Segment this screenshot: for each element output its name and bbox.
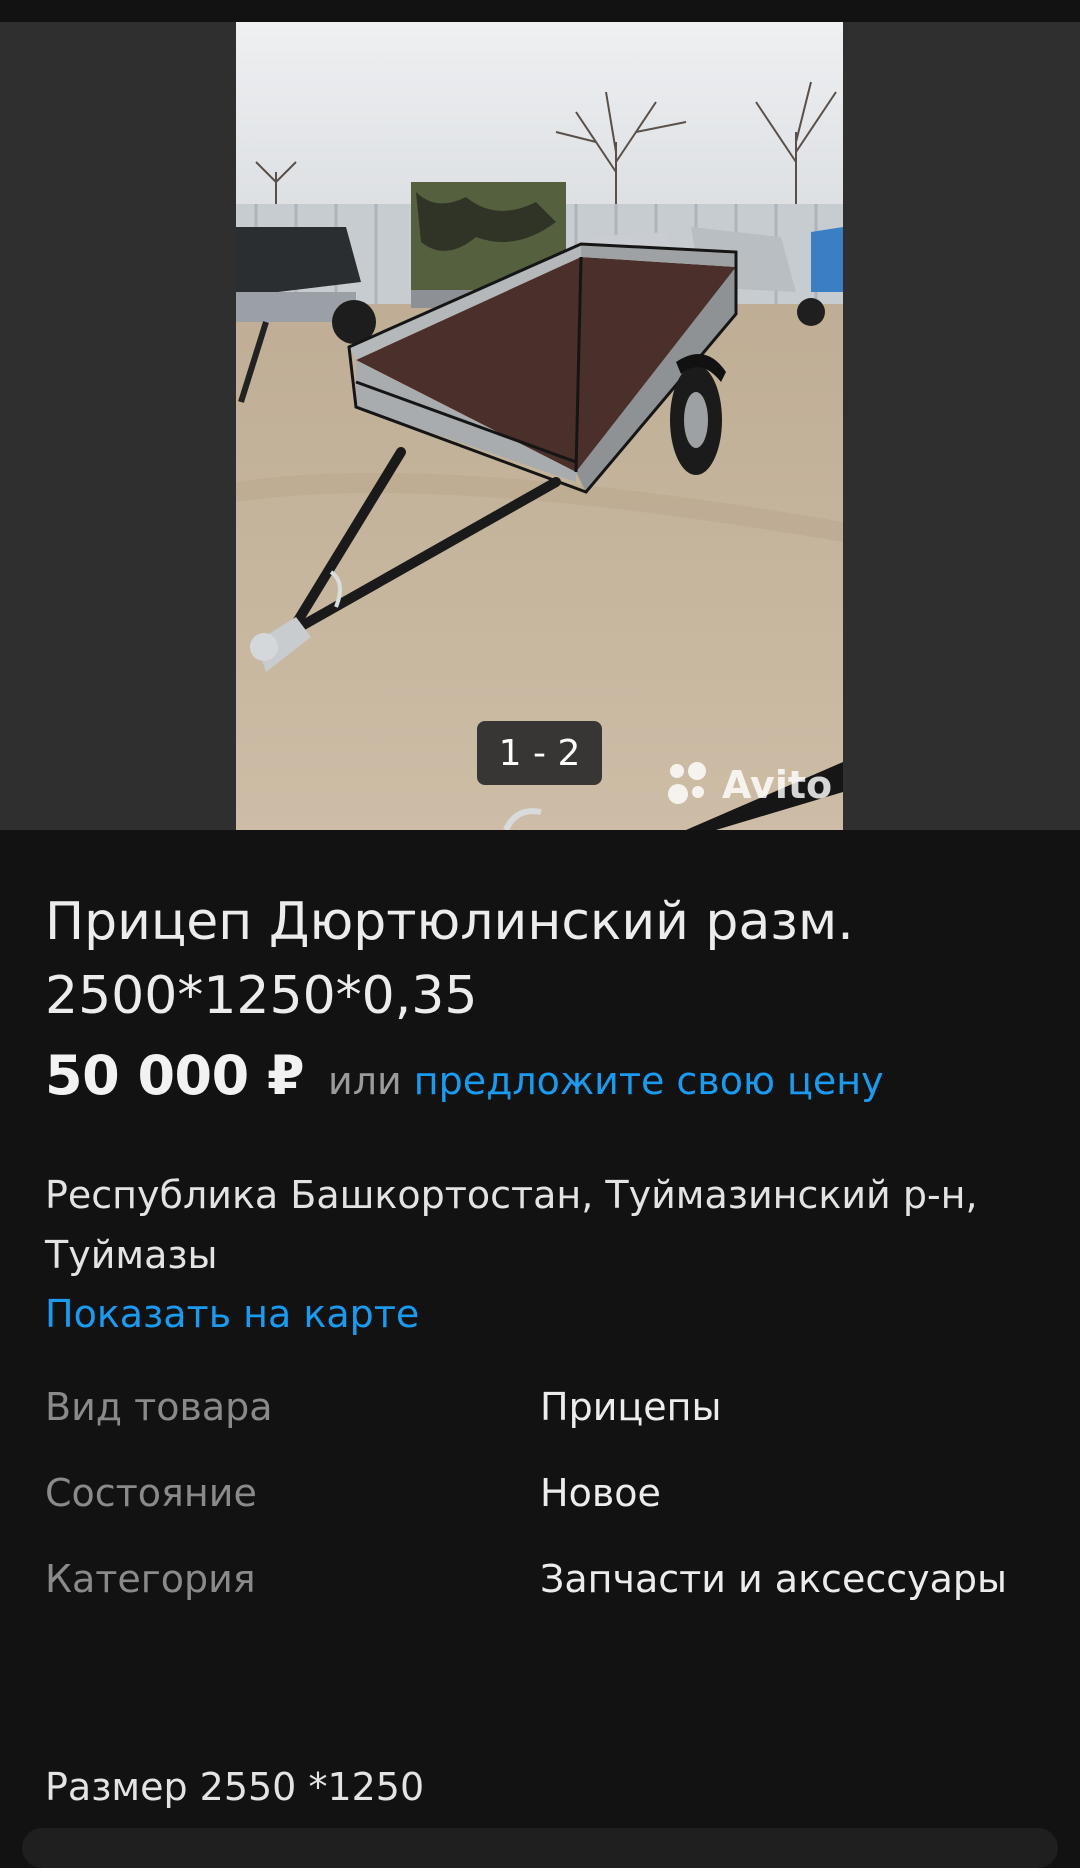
param-label: Состояние xyxy=(45,1471,257,1515)
param-label: Вид товара xyxy=(45,1385,273,1429)
param-row: Вид товара Прицепы xyxy=(45,1385,1035,1471)
photo-counter: 1 - 2 xyxy=(477,721,602,785)
price-or-label: или xyxy=(328,1059,402,1103)
param-value: Новое xyxy=(540,1471,661,1515)
trailer-photo-illustration xyxy=(236,22,843,830)
bottom-action-bar[interactable] xyxy=(22,1828,1058,1868)
watermark-text: Avito xyxy=(722,763,833,807)
params-table: Вид товара Прицепы Состояние Новое Катег… xyxy=(45,1385,1035,1643)
param-value: Запчасти и аксессуары xyxy=(540,1557,1008,1601)
avito-watermark: Avito xyxy=(668,762,832,808)
price: 50 000 ₽ xyxy=(45,1044,305,1107)
address: Республика Башкортостан, Туймазинский р-… xyxy=(45,1173,978,1277)
description: Размер 2550 *1250 xyxy=(45,1765,425,1809)
price-row: 50 000 ₽ или предложите свою цену xyxy=(45,1044,884,1107)
avito-logo-icon xyxy=(668,762,714,808)
param-label: Категория xyxy=(45,1557,256,1601)
param-value: Прицепы xyxy=(540,1385,722,1429)
status-strip xyxy=(0,0,1080,22)
trailer-photo[interactable] xyxy=(236,22,843,830)
photo-gallery[interactable]: 1 - 2 Avito xyxy=(0,22,1080,830)
listing-title: Прицеп Дюртюлинский разм. 2500*1250*0,35 xyxy=(45,892,854,1026)
param-row: Состояние Новое xyxy=(45,1471,1035,1557)
offer-price-link[interactable]: предложите свою цену xyxy=(414,1059,884,1103)
param-row: Категория Запчасти и аксессуары xyxy=(45,1557,1035,1643)
show-on-map-link[interactable]: Показать на карте xyxy=(45,1292,419,1336)
